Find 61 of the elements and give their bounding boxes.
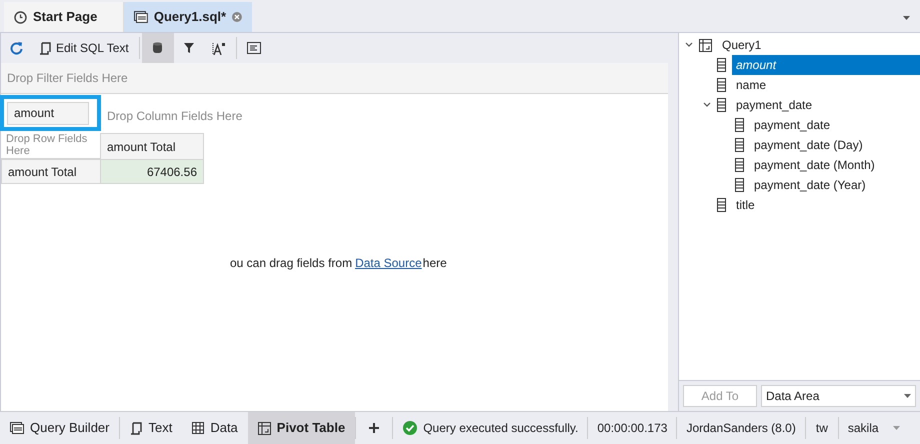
scroll-icon	[39, 42, 51, 54]
window-icon	[134, 11, 148, 23]
empty-hint: ou can drag fields from	[230, 256, 352, 270]
tree-item[interactable]: Query1	[718, 35, 766, 55]
column-drop-hint: Drop Column Fields Here	[107, 108, 242, 124]
field-icon	[735, 118, 744, 132]
view-tab[interactable]: Text	[120, 412, 182, 444]
text-lines-icon	[246, 42, 261, 54]
text-format-icon	[212, 42, 226, 54]
tree-item[interactable]: payment_date	[750, 115, 834, 135]
clock-icon	[14, 10, 27, 24]
tree-item[interactable]: amount	[732, 55, 920, 75]
value-cell: 67406.56	[100, 159, 204, 184]
document-tab[interactable]: Start Page	[4, 2, 124, 32]
column-header: amount Total	[100, 133, 204, 159]
view-tab[interactable]: Query Builder	[0, 412, 120, 444]
field-icon	[717, 98, 726, 112]
field-icon	[717, 78, 726, 92]
tree-item[interactable]: title	[732, 195, 759, 215]
filter-drop-hint: Drop Filter Fields Here	[7, 70, 128, 87]
data-source-link[interactable]: Data Source	[355, 256, 422, 270]
connection-label: JordanSanders (8.0)	[685, 420, 797, 437]
field-icon	[735, 138, 744, 152]
grid-icon	[192, 422, 204, 434]
pivot-icon	[258, 422, 271, 434]
database-dropdown[interactable]: sakila	[838, 419, 909, 437]
scroll-icon	[130, 422, 142, 434]
tree-item[interactable]: payment_date	[732, 95, 816, 115]
edit-sql-button[interactable]: Edit SQL Text	[31, 33, 137, 63]
view-tab[interactable]: Pivot Table	[248, 412, 356, 444]
expander-down-icon[interactable]	[685, 41, 693, 49]
empty-hint: here	[422, 256, 447, 270]
dropdown-arrow-icon	[904, 394, 911, 398]
refresh-icon	[10, 41, 22, 55]
row-header: amount Total	[1, 159, 100, 184]
plus-icon	[369, 423, 380, 433]
filter-icon	[184, 43, 194, 53]
success-check-icon	[403, 421, 418, 435]
tree-item[interactable]: payment_date (Day)	[750, 135, 867, 155]
area-dropdown[interactable]: Data Area	[761, 385, 916, 407]
data-source-button[interactable]	[142, 33, 174, 63]
close-icon[interactable]	[232, 12, 242, 22]
document-tab[interactable]: Query1.sql*	[124, 2, 252, 32]
database-icon	[153, 42, 162, 54]
pivot-icon	[699, 38, 712, 52]
status-message: Query executed successfully.	[423, 420, 578, 437]
field-icon	[717, 198, 726, 212]
field-icon	[735, 178, 744, 192]
data-field-chip[interactable]: amount	[7, 102, 89, 124]
window-icon	[10, 422, 24, 434]
dropdown-arrow-icon[interactable]	[903, 16, 910, 20]
field-icon	[717, 58, 726, 72]
tree-item[interactable]: name	[732, 75, 770, 95]
execution-time: 00:00:00.173	[596, 420, 668, 437]
schema-label: tw	[814, 420, 829, 437]
field-icon	[735, 158, 744, 172]
tree-item[interactable]: payment_date (Month)	[750, 155, 879, 175]
dropdown-arrow-icon	[892, 426, 900, 430]
view-tab[interactable]: Data	[182, 412, 248, 444]
expander-down-icon[interactable]	[703, 101, 711, 109]
tree-item[interactable]: payment_date (Year)	[750, 175, 870, 195]
